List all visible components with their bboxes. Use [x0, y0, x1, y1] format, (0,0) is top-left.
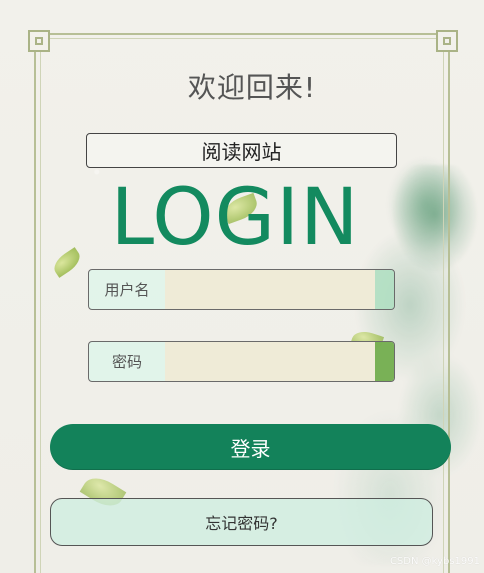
password-field: 密码 [88, 341, 395, 382]
username-field: 用户名 [88, 269, 395, 310]
forgot-password-button[interactable]: 忘记密码? [50, 498, 433, 546]
page-title: 欢迎回来! [187, 71, 317, 104]
password-label: 密码 [111, 353, 142, 371]
password-field-tail [375, 342, 394, 381]
site-name-box: 阅读网站 [86, 133, 397, 168]
login-button[interactable]: 登录 [50, 424, 451, 470]
username-input[interactable] [165, 270, 375, 309]
login-page: 欢迎回来! 阅读网站 LOGIN 用户名 密码 登录 忘记密码? CSDN @k… [0, 0, 484, 573]
frame-corner-icon [436, 30, 458, 52]
username-label: 用户名 [104, 281, 150, 299]
username-field-tail [375, 270, 394, 309]
site-name: 阅读网站 [201, 140, 282, 164]
login-heading: LOGIN [110, 173, 360, 263]
password-input[interactable] [165, 342, 375, 381]
frame-corner-icon [28, 30, 50, 52]
watermark-text: CSDN @kybs1991 [389, 556, 480, 567]
